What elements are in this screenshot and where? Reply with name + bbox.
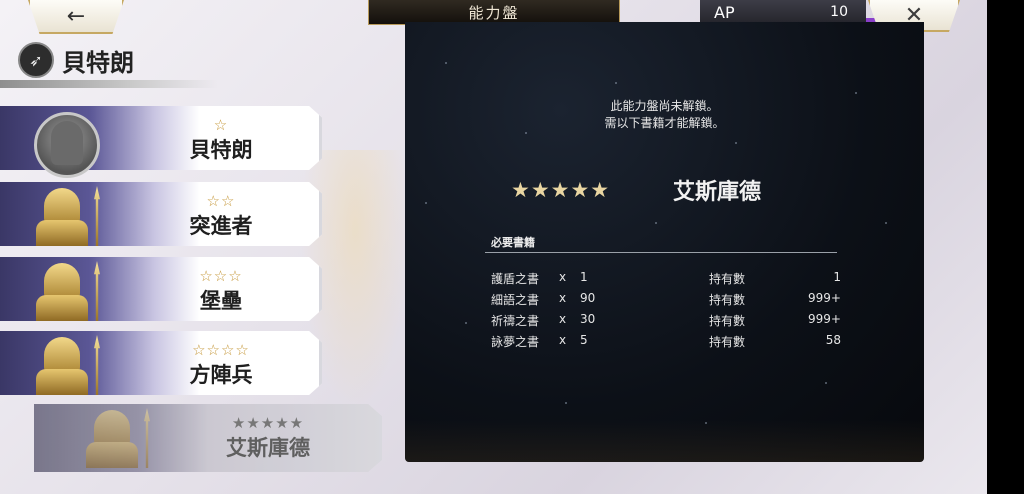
lance-weapon-icon: ➶ xyxy=(18,42,54,78)
held-label: 持有數 xyxy=(709,335,746,349)
locked-message: 此能力盤尚未解鎖。 需以下書籍才能解鎖。 xyxy=(405,98,924,132)
knight-portrait-icon xyxy=(36,261,106,321)
job-card-fortress[interactable]: ☆☆☆ 堡壘 xyxy=(0,257,322,321)
book-name: 護盾之書 xyxy=(491,272,540,286)
screen-title-text: 能力盤 xyxy=(468,3,520,22)
screen-edge xyxy=(987,0,1024,494)
job-name: 艾斯庫德 xyxy=(226,435,310,460)
target-job-stars: ★★★★★ xyxy=(511,178,611,202)
hooded-portrait-icon xyxy=(34,112,100,178)
header-divider xyxy=(0,80,218,88)
target-job-name: 艾斯庫德 xyxy=(673,179,762,205)
ap-label: AP xyxy=(714,2,735,22)
job-stars: ★★★★★ xyxy=(231,414,305,432)
back-button[interactable]: ← xyxy=(28,0,124,34)
multiply-sign: x xyxy=(559,291,567,305)
required-books-list: 護盾之書 x 1 持有數 1 細語之書 x 90 持有數 999+ 祈禱之書 x… xyxy=(491,268,841,352)
job-stars: ☆☆ xyxy=(206,192,236,210)
book-name: 祈禱之書 xyxy=(491,314,540,328)
job-name: 貝特朗 xyxy=(189,137,253,162)
multiply-sign: x xyxy=(559,270,567,284)
job-name: 方陣兵 xyxy=(189,362,253,387)
required-books-divider xyxy=(485,252,837,253)
knight-portrait-icon xyxy=(86,408,156,468)
ability-board-panel: 此能力盤尚未解鎖。 需以下書籍才能解鎖。 ★★★★★ 艾斯庫德 必要書籍 護盾之… xyxy=(405,22,924,462)
job-card-vanguard[interactable]: ☆☆ 突進者 xyxy=(0,182,322,246)
required-qty: 5 xyxy=(580,333,588,347)
list-item: 祈禱之書 x 30 持有數 999+ xyxy=(491,310,841,331)
job-card-phalanx[interactable]: ☆☆☆☆ 方陣兵 xyxy=(0,331,322,395)
required-qty: 90 xyxy=(580,291,596,305)
character-name: 貝特朗 xyxy=(62,47,134,77)
job-card-escudo-locked[interactable]: ★★★★★ 艾斯庫德 xyxy=(34,404,382,472)
book-name: 細語之書 xyxy=(491,293,540,307)
multiply-sign: x xyxy=(559,312,567,326)
book-name: 詠夢之書 xyxy=(491,335,540,349)
multiply-sign: x xyxy=(559,333,567,347)
job-stars: ☆☆☆ xyxy=(199,267,243,285)
job-stars: ☆☆☆☆ xyxy=(192,341,250,359)
knight-portrait-icon xyxy=(36,335,106,395)
list-item: 護盾之書 x 1 持有數 1 xyxy=(491,268,841,289)
character-header: ➶ 貝特朗 xyxy=(18,42,134,78)
knight-portrait-icon xyxy=(36,186,106,246)
required-qty: 1 xyxy=(580,270,588,284)
required-qty: 30 xyxy=(580,312,596,326)
ap-value: 10 xyxy=(830,4,848,20)
job-card-bertrand[interactable]: ☆ 貝特朗 xyxy=(0,106,322,178)
held-qty: 999+ xyxy=(808,291,841,305)
held-label: 持有數 xyxy=(709,272,746,286)
list-item: 細語之書 x 90 持有數 999+ xyxy=(491,289,841,310)
list-item: 詠夢之書 x 5 持有數 58 xyxy=(491,331,841,352)
job-name: 堡壘 xyxy=(200,288,242,313)
back-arrow-icon: ← xyxy=(66,3,86,29)
held-qty: 999+ xyxy=(808,312,841,326)
held-qty: 1 xyxy=(833,270,841,284)
job-name: 突進者 xyxy=(189,213,253,238)
panel-ornament xyxy=(405,420,924,462)
job-stars: ☆ xyxy=(213,116,229,134)
locked-message-line2: 需以下書籍才能解鎖。 xyxy=(604,116,725,130)
held-label: 持有數 xyxy=(709,314,746,328)
held-qty: 58 xyxy=(825,333,841,347)
held-label: 持有數 xyxy=(709,293,746,307)
ap-display: AP 10 xyxy=(700,0,866,24)
required-books-title: 必要書籍 xyxy=(491,236,535,249)
locked-message-line1: 此能力盤尚未解鎖。 xyxy=(610,99,719,113)
